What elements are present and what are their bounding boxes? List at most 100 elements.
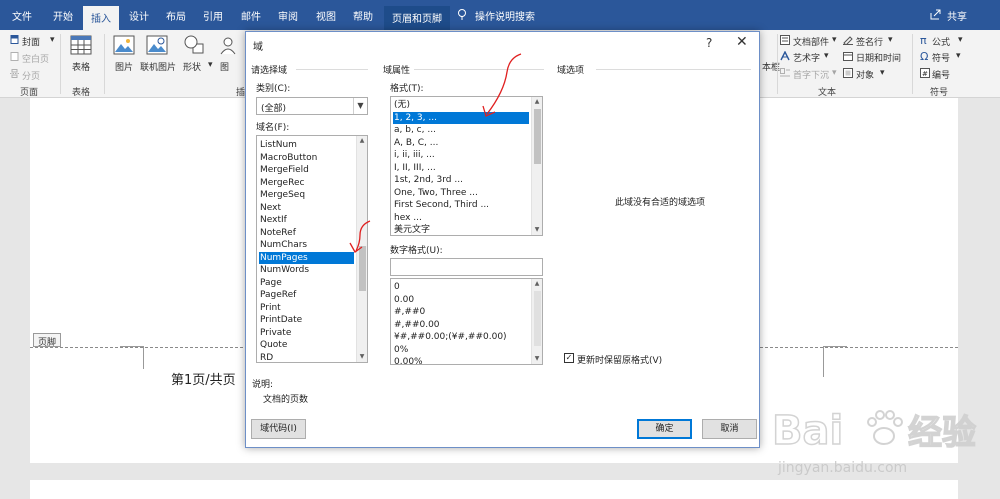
signature-dropdown-arrow[interactable]: ▾ bbox=[888, 35, 893, 45]
page-break-button[interactable]: 分页 bbox=[22, 69, 40, 82]
tab-home[interactable]: 开始 bbox=[53, 8, 73, 23]
list-item[interactable]: ¥#,##0.00;(¥#,##0.00) bbox=[393, 331, 529, 344]
field-codes-button[interactable]: 域代码(I) bbox=[251, 419, 306, 439]
watermark-brand: Bai bbox=[772, 408, 843, 454]
tab-review[interactable]: 审阅 bbox=[278, 8, 298, 23]
footer-text[interactable]: 第1页/共页 bbox=[171, 369, 236, 388]
list-item[interactable]: #,##0.00 bbox=[393, 319, 529, 332]
list-item[interactable]: a, b, c, ... bbox=[393, 124, 529, 137]
tab-design[interactable]: 设计 bbox=[129, 8, 149, 23]
tab-help[interactable]: 帮助 bbox=[353, 8, 373, 23]
tab-view[interactable]: 视图 bbox=[316, 8, 336, 23]
list-item[interactable]: MergeField bbox=[259, 164, 354, 177]
equation-dropdown-arrow[interactable]: ▾ bbox=[958, 35, 963, 45]
blank-page-button[interactable]: 空白页 bbox=[22, 52, 49, 65]
group-label-illustrations: 插 bbox=[236, 88, 246, 98]
list-item[interactable]: MacroButton bbox=[259, 152, 354, 165]
equation-button[interactable]: 公式 bbox=[932, 35, 950, 48]
tell-me-search[interactable]: 操作说明搜索 bbox=[475, 8, 535, 23]
scroll-up-icon[interactable]: ▲ bbox=[532, 279, 542, 289]
online-picture-button[interactable]: 联机图片 bbox=[140, 60, 176, 73]
no-options-message: 此域没有合适的域选项 bbox=[615, 198, 706, 208]
chevron-down-icon[interactable]: ▼ bbox=[353, 98, 367, 114]
tab-insert[interactable]: 插入 bbox=[83, 6, 119, 30]
svg-text:#: # bbox=[922, 70, 928, 78]
list-item[interactable]: MergeSeq bbox=[259, 189, 354, 202]
cancel-button[interactable]: 取消 bbox=[702, 419, 757, 439]
list-item[interactable]: A, B, C, ... bbox=[393, 137, 529, 150]
format-scrollbar[interactable]: ▲ ▼ bbox=[531, 97, 542, 235]
list-item[interactable]: Page bbox=[259, 277, 354, 290]
wordart-dropdown-arrow[interactable]: ▾ bbox=[824, 51, 829, 61]
drop-cap-button[interactable]: 首字下沉 bbox=[793, 68, 829, 81]
ok-button[interactable]: 确定 bbox=[637, 419, 692, 439]
categories-combobox[interactable]: (全部) ▼ bbox=[256, 97, 368, 115]
list-item[interactable]: i, ii, iii, ... bbox=[393, 149, 529, 162]
list-item[interactable]: 1st, 2nd, 3rd ... bbox=[393, 174, 529, 187]
quick-parts-dropdown-arrow[interactable]: ▾ bbox=[832, 35, 837, 45]
table-button[interactable]: 表格 bbox=[72, 60, 90, 73]
object-button[interactable]: 对象 bbox=[856, 68, 874, 81]
number-button[interactable]: 编号 bbox=[932, 68, 950, 81]
list-item[interactable]: I, II, III, ... bbox=[393, 162, 529, 175]
close-icon[interactable]: ✕ bbox=[736, 34, 748, 50]
quick-parts-button[interactable]: 文档部件 bbox=[793, 35, 829, 48]
preserve-format-checkbox[interactable]: ✓ bbox=[564, 353, 574, 363]
signature-line-button[interactable]: 签名行 bbox=[856, 35, 883, 48]
icons-button[interactable]: 图 bbox=[220, 60, 229, 73]
equation-icon: π bbox=[920, 34, 927, 47]
preserve-format-label[interactable]: 更新时保留原格式(V) bbox=[577, 353, 662, 366]
picture-button[interactable]: 图片 bbox=[115, 60, 133, 73]
symbol-dropdown-arrow[interactable]: ▾ bbox=[956, 51, 961, 61]
list-item[interactable]: 0.00 bbox=[393, 294, 529, 307]
numeric-format-input[interactable] bbox=[390, 258, 543, 276]
list-item[interactable]: 美元文字 bbox=[393, 224, 529, 235]
scroll-down-icon[interactable]: ▼ bbox=[357, 352, 367, 362]
list-item[interactable]: #,##0 bbox=[393, 306, 529, 319]
cover-dropdown-arrow[interactable]: ▾ bbox=[50, 35, 55, 45]
list-item[interactable]: First Second, Third ... bbox=[393, 199, 529, 212]
scroll-thumb[interactable] bbox=[534, 109, 541, 164]
list-item[interactable]: NoteRef bbox=[259, 227, 354, 240]
drop-cap-dropdown-arrow[interactable]: ▾ bbox=[832, 68, 837, 78]
wordart-button[interactable]: 艺术字 bbox=[793, 51, 820, 64]
list-item[interactable]: PrintDate bbox=[259, 314, 354, 327]
list-item[interactable]: Print bbox=[259, 302, 354, 315]
object-dropdown-arrow[interactable]: ▾ bbox=[880, 68, 885, 78]
list-item[interactable]: NumPages bbox=[259, 251, 354, 264]
numeric-format-list[interactable]: 0 0.00 #,##0 #,##0.00 ¥#,##0.00;(¥#,##0.00) 0… bbox=[390, 278, 543, 365]
list-item[interactable]: 0.00% bbox=[393, 356, 529, 364]
list-item[interactable]: NextIf bbox=[259, 214, 354, 227]
list-item[interactable]: PageRef bbox=[259, 289, 354, 302]
cover-page-button[interactable]: 封面 bbox=[22, 35, 40, 48]
scroll-down-icon[interactable]: ▼ bbox=[532, 354, 542, 364]
symbol-button[interactable]: 符号 bbox=[932, 51, 950, 64]
shapes-dropdown-arrow[interactable]: ▾ bbox=[208, 60, 213, 70]
tab-header-footer[interactable]: 页眉和页脚 bbox=[384, 6, 450, 30]
list-item[interactable]: RD bbox=[259, 352, 354, 363]
help-button[interactable]: ? bbox=[706, 36, 712, 50]
list-item[interactable]: NumChars bbox=[259, 239, 354, 252]
tab-mailings[interactable]: 邮件 bbox=[241, 8, 261, 23]
tab-references[interactable]: 引用 bbox=[203, 8, 223, 23]
shapes-button[interactable]: 形状 bbox=[183, 60, 201, 73]
list-item[interactable]: Quote bbox=[259, 339, 354, 352]
list-item[interactable]: 0 bbox=[393, 281, 529, 294]
list-item[interactable]: One, Two, Three ... bbox=[393, 187, 529, 200]
list-item[interactable]: NumWords bbox=[259, 264, 354, 277]
tab-layout[interactable]: 布局 bbox=[166, 8, 186, 23]
list-item[interactable]: hex ... bbox=[393, 212, 529, 225]
scroll-thumb[interactable] bbox=[534, 291, 541, 346]
numeric-format-scrollbar[interactable]: ▲ ▼ bbox=[531, 279, 542, 364]
list-item[interactable]: 0% bbox=[393, 344, 529, 357]
list-item[interactable]: ListNum bbox=[259, 139, 354, 152]
scroll-up-icon[interactable]: ▲ bbox=[532, 97, 542, 107]
list-item[interactable]: Private bbox=[259, 327, 354, 340]
list-item[interactable]: Next bbox=[259, 202, 354, 215]
list-item[interactable]: MergeRec bbox=[259, 177, 354, 190]
scroll-down-icon[interactable]: ▼ bbox=[532, 225, 542, 235]
scroll-up-icon[interactable]: ▲ bbox=[357, 136, 367, 146]
tab-file[interactable]: 文件 bbox=[12, 8, 32, 23]
share-button[interactable]: 共享 bbox=[947, 8, 967, 23]
date-time-button[interactable]: 日期和时间 bbox=[856, 51, 901, 64]
